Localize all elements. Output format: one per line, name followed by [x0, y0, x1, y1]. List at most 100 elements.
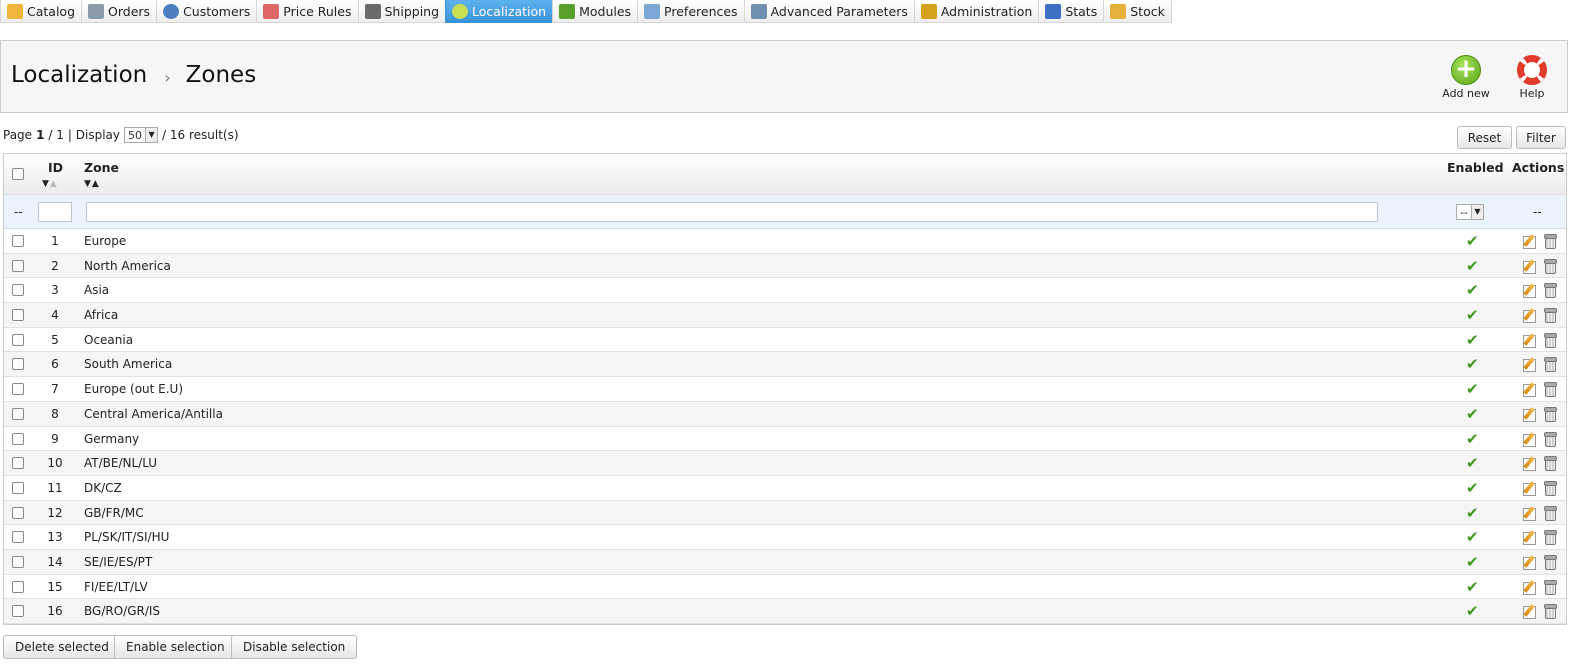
sort-asc-icon[interactable]: ▲ — [50, 179, 58, 189]
tab-stock[interactable]: Stock — [1103, 0, 1172, 23]
tab-localization[interactable]: Localization — [445, 0, 554, 23]
enabled-check-icon[interactable]: ✔ — [1466, 257, 1479, 275]
row-checkbox[interactable] — [12, 506, 24, 519]
tab-catalog[interactable]: Catalog — [0, 0, 83, 23]
delete-icon[interactable] — [1544, 604, 1557, 620]
tab-shipping[interactable]: Shipping — [357, 0, 447, 23]
enable-selection-button[interactable]: Enable selection — [114, 635, 237, 659]
enabled-check-icon[interactable]: ✔ — [1466, 528, 1479, 546]
row-checkbox[interactable] — [12, 235, 24, 247]
edit-icon[interactable] — [1522, 407, 1536, 422]
edit-icon[interactable] — [1522, 432, 1536, 447]
delete-icon[interactable] — [1544, 431, 1557, 447]
per-page-select[interactable]: 50 ▼ — [124, 127, 159, 143]
enabled-check-icon[interactable]: ✔ — [1466, 405, 1479, 423]
id-filter-input[interactable] — [38, 202, 72, 222]
row-checkbox[interactable] — [12, 481, 24, 494]
enabled-check-icon[interactable]: ✔ — [1466, 306, 1479, 324]
zone-filter-input[interactable] — [86, 202, 1378, 222]
delete-icon[interactable] — [1544, 258, 1557, 274]
enabled-check-icon[interactable]: ✔ — [1466, 602, 1479, 620]
row-checkbox[interactable] — [12, 358, 24, 371]
enabled-check-icon[interactable]: ✔ — [1466, 232, 1479, 250]
row-checkbox[interactable] — [12, 555, 24, 568]
delete-icon[interactable] — [1544, 283, 1557, 299]
table-row[interactable]: 16 BG/RO/GR/IS ✔ — [4, 599, 1566, 624]
table-row[interactable]: 10 AT/BE/NL/LU ✔ — [4, 451, 1566, 476]
row-checkbox[interactable] — [12, 580, 24, 593]
row-checkbox[interactable] — [12, 605, 24, 618]
edit-icon[interactable] — [1522, 580, 1536, 595]
edit-icon[interactable] — [1522, 259, 1536, 274]
delete-icon[interactable] — [1544, 406, 1557, 422]
enabled-check-icon[interactable]: ✔ — [1466, 553, 1479, 571]
enabled-check-icon[interactable]: ✔ — [1466, 380, 1479, 398]
row-checkbox[interactable] — [12, 407, 24, 420]
delete-icon[interactable] — [1544, 332, 1557, 348]
delete-icon[interactable] — [1544, 505, 1557, 521]
delete-icon[interactable] — [1544, 382, 1557, 398]
table-row[interactable]: 13 PL/SK/IT/SI/HU ✔ — [4, 525, 1566, 550]
delete-icon[interactable] — [1544, 308, 1557, 324]
tab-preferences[interactable]: Preferences — [637, 0, 745, 23]
table-row[interactable]: 9 Germany ✔ — [4, 426, 1566, 452]
edit-icon[interactable] — [1522, 481, 1536, 496]
delete-icon[interactable] — [1544, 480, 1557, 496]
enabled-check-icon[interactable]: ✔ — [1466, 578, 1479, 596]
tab-stats[interactable]: Stats — [1038, 0, 1105, 23]
edit-icon[interactable] — [1522, 283, 1536, 299]
help-button[interactable]: Help — [1509, 55, 1555, 100]
reset-button[interactable]: Reset — [1457, 126, 1512, 149]
sort-asc-icon[interactable]: ▲ — [92, 179, 100, 189]
enabled-check-icon[interactable]: ✔ — [1466, 281, 1479, 299]
edit-icon[interactable] — [1522, 506, 1536, 521]
filter-button[interactable]: Filter — [1516, 126, 1566, 149]
row-checkbox[interactable] — [12, 531, 24, 544]
tab-advanced-parameters[interactable]: Advanced Parameters — [743, 0, 915, 23]
breadcrumb-parent[interactable]: Localization — [11, 62, 147, 88]
row-checkbox[interactable] — [12, 383, 24, 396]
table-row[interactable]: 4 Africa ✔ — [4, 303, 1566, 328]
enabled-check-icon[interactable]: ✔ — [1466, 331, 1479, 349]
table-row[interactable]: 8 Central America/Antilla ✔ — [4, 401, 1566, 427]
select-all-checkbox[interactable] — [12, 168, 24, 180]
table-row[interactable]: 6 South America ✔ — [4, 352, 1566, 378]
row-checkbox[interactable] — [12, 457, 24, 470]
table-row[interactable]: 12 GB/FR/MC ✔ — [4, 500, 1566, 526]
delete-icon[interactable] — [1544, 357, 1557, 373]
delete-icon[interactable] — [1544, 554, 1557, 570]
edit-icon[interactable] — [1522, 604, 1536, 620]
tab-administration[interactable]: Administration — [913, 0, 1040, 23]
row-checkbox[interactable] — [12, 309, 24, 322]
enabled-check-icon[interactable]: ✔ — [1466, 479, 1479, 497]
tab-customers[interactable]: Customers — [156, 0, 258, 23]
table-row[interactable]: 2 North America ✔ — [4, 253, 1566, 279]
table-row[interactable]: 7 Europe (out E.U) ✔ — [4, 377, 1566, 402]
row-checkbox[interactable] — [12, 284, 24, 297]
enabled-filter-select[interactable]: -- ▼ — [1456, 204, 1484, 220]
table-row[interactable]: 14 SE/IE/ES/PT ✔ — [4, 549, 1566, 575]
table-row[interactable]: 1 Europe ✔ — [4, 229, 1566, 254]
add-new-button[interactable]: + Add new — [1438, 55, 1494, 100]
edit-icon[interactable] — [1522, 382, 1536, 398]
enabled-check-icon[interactable]: ✔ — [1466, 355, 1479, 373]
edit-icon[interactable] — [1522, 333, 1536, 348]
delete-icon[interactable] — [1544, 456, 1557, 472]
row-checkbox[interactable] — [12, 333, 24, 346]
table-row[interactable]: 15 FI/EE/LT/LV ✔ — [4, 574, 1566, 600]
sort-desc-icon[interactable]: ▼ — [42, 179, 50, 189]
delete-icon[interactable] — [1544, 234, 1557, 249]
tab-modules[interactable]: Modules — [552, 0, 639, 23]
row-checkbox[interactable] — [12, 259, 24, 272]
row-checkbox[interactable] — [12, 432, 24, 445]
edit-icon[interactable] — [1522, 555, 1536, 570]
table-row[interactable]: 5 Oceania ✔ — [4, 327, 1566, 353]
enabled-check-icon[interactable]: ✔ — [1466, 430, 1479, 448]
enabled-check-icon[interactable]: ✔ — [1466, 454, 1479, 472]
enabled-check-icon[interactable]: ✔ — [1466, 504, 1479, 522]
tab-orders[interactable]: Orders — [81, 0, 158, 23]
edit-icon[interactable] — [1522, 456, 1536, 472]
tab-price-rules[interactable]: Price Rules — [256, 0, 359, 23]
delete-icon[interactable] — [1544, 579, 1557, 595]
delete-icon[interactable] — [1544, 530, 1557, 546]
